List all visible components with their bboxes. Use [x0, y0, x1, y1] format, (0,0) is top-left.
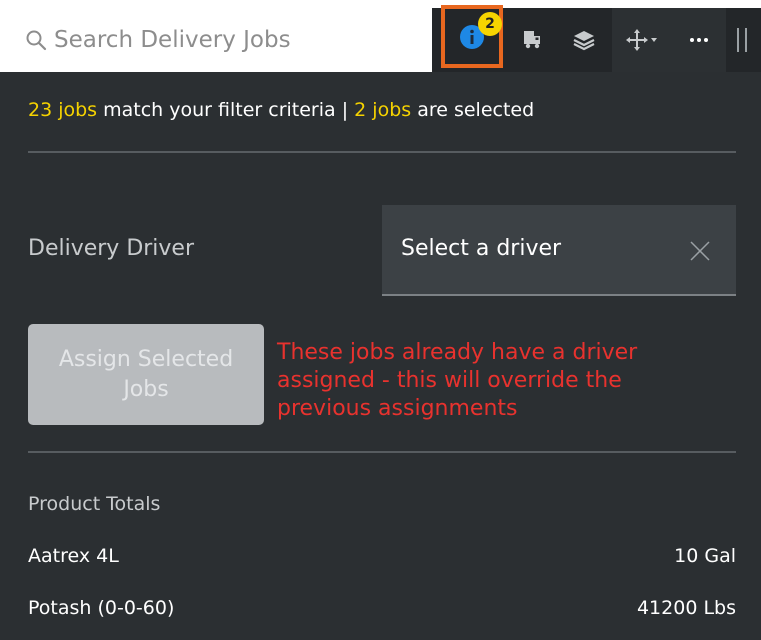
truck-icon — [524, 31, 540, 49]
product-row: Aatrex 4L 10 Gal — [28, 545, 736, 575]
product-quantity: 41200 Lbs — [636, 597, 736, 619]
selected-text: are selected — [411, 99, 535, 121]
divider — [28, 451, 736, 453]
driver-select[interactable]: Select a driver — [382, 205, 736, 296]
product-name: Aatrex 4L — [28, 545, 119, 567]
search-icon — [26, 30, 47, 51]
layers-button[interactable] — [557, 8, 611, 72]
product-row: Potash (0-0-60) 41200 Lbs — [28, 597, 736, 627]
grip-icon — [737, 28, 747, 52]
more-button[interactable] — [672, 8, 726, 72]
match-text: match your filter criteria | — [97, 99, 355, 121]
search-box — [0, 8, 432, 72]
notification-badge: 2 — [478, 12, 502, 36]
product-quantity: 10 Gal — [674, 545, 736, 567]
jobs-panel: 23 jobs match your filter criteria | 2 j… — [0, 72, 761, 640]
assign-selected-jobs-button[interactable]: Assign Selected Jobs — [28, 324, 264, 425]
truck-button[interactable] — [506, 8, 560, 72]
driver-select-value: Select a driver — [401, 236, 562, 261]
close-icon[interactable] — [688, 239, 712, 263]
product-totals-label: Product Totals — [28, 493, 161, 515]
move-icon — [626, 29, 657, 51]
move-button[interactable] — [612, 8, 672, 72]
product-name: Potash (0-0-60) — [28, 597, 175, 619]
top-bar: 2 — [0, 0, 761, 72]
toolbar: 2 — [432, 5, 761, 72]
layers-icon — [573, 31, 595, 51]
divider — [28, 151, 736, 153]
info-button[interactable]: 2 — [441, 5, 503, 68]
delivery-driver-label: Delivery Driver — [28, 236, 195, 261]
jobs-count: 23 jobs — [28, 99, 98, 121]
more-icon — [690, 38, 708, 42]
search-input[interactable] — [54, 22, 414, 58]
selected-count: 2 jobs — [354, 99, 412, 121]
filter-status: 23 jobs match your filter criteria | 2 j… — [28, 99, 534, 121]
resize-handle[interactable] — [728, 8, 756, 72]
override-warning: These jobs already have a driver assigne… — [277, 340, 638, 421]
